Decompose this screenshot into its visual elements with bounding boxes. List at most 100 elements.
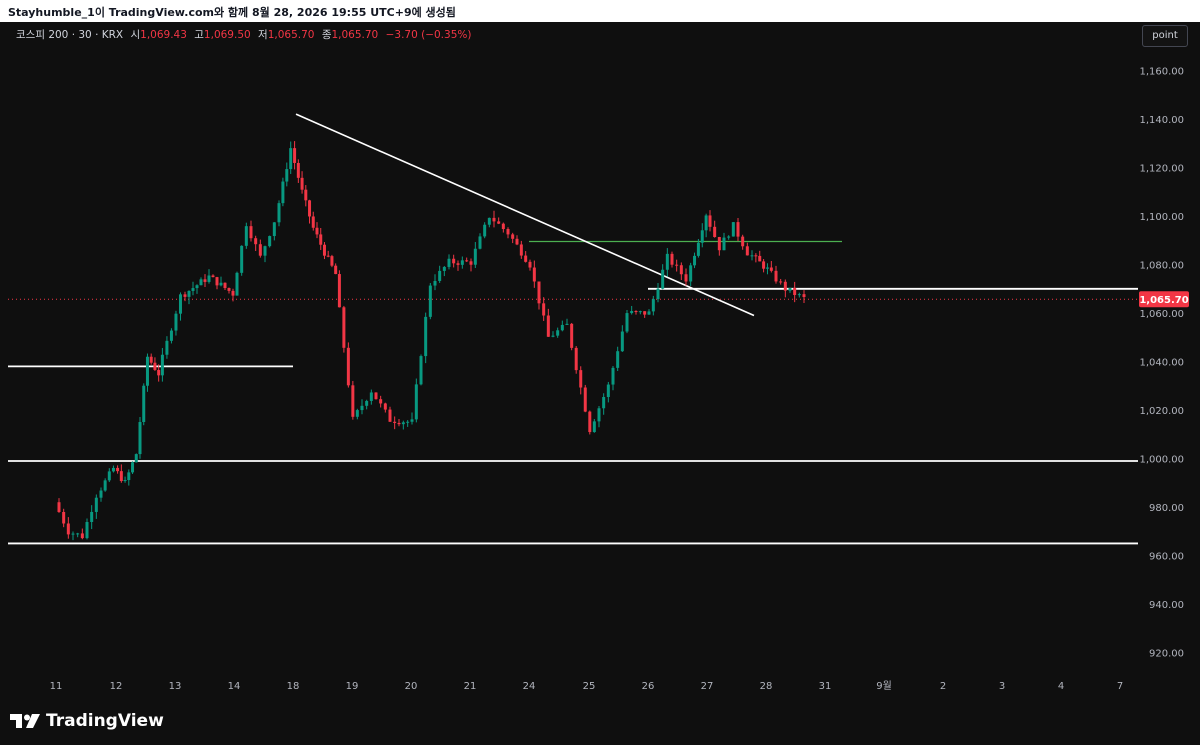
candle-body [311,216,315,228]
change-value: −3.70 (−0.35%) [385,29,472,41]
x-tick-label: 4 [1058,681,1064,692]
x-tick-label: 2 [940,681,946,692]
y-tick-label: 1,080.00 [1139,261,1184,272]
candle-body [736,222,740,237]
open-value: 1,069.43 [140,29,187,41]
y-tick-label: 1,040.00 [1139,358,1184,369]
candle-body [588,411,592,433]
candle-body [62,511,66,524]
candle-body [473,248,477,265]
candle-body [570,323,574,348]
y-tick-label: 1,000.00 [1139,455,1184,466]
candle-body [272,222,276,237]
candle-body [634,311,638,313]
candle-body [511,234,515,239]
candle-body [76,533,80,535]
candle-body [542,303,546,316]
candle-body [574,347,578,371]
candle-body [741,236,745,247]
candle-body [643,311,647,315]
candle-body [203,279,207,282]
candle-body [579,370,583,388]
x-tick-label: 14 [228,681,241,692]
candle-body [708,215,712,227]
candle-body [187,290,191,297]
candle-body [684,274,688,282]
candle-body [90,511,94,522]
candle-body [745,246,749,256]
candle-body [410,419,414,422]
candle-body [611,367,615,385]
candle-body [802,294,806,298]
candle-body [452,258,456,264]
low-label: 저 [258,29,268,41]
candle-body [506,229,510,235]
y-tick-label: 1,060.00 [1139,309,1184,320]
point-button[interactable]: point [1142,25,1188,47]
candle-body [211,275,215,278]
candle-body [758,255,762,262]
candle-body [424,316,428,357]
candle-body [460,260,464,265]
x-tick-label: 7 [1117,681,1123,692]
candle-body [383,403,387,410]
candle-body [689,265,693,282]
y-tick-label: 1,160.00 [1139,67,1184,78]
candle-body [346,347,350,386]
candle-body [322,244,326,256]
candle-body [727,236,731,238]
candle-body [647,311,651,315]
candle-body [85,521,89,539]
candle-body [401,422,405,425]
candle-body [651,299,655,312]
tradingview-wordmark: TradingView [46,711,164,731]
candle-body [71,533,75,535]
candle-body [227,288,231,291]
candle-body [296,162,300,178]
candle-body [532,267,536,282]
price-chart[interactable]: 1,160.00 1,140.00 1,120.00 1,100.00 1,080.00… [0,0,1200,694]
candle-body [169,330,173,341]
y-tick-label: 1,140.00 [1139,115,1184,126]
candle-body [174,313,178,331]
candle-body [191,288,195,291]
candle-body [602,397,606,409]
candle-body [103,480,107,491]
ohlc-legend: 코스피 200 · 30 · KRX 시1,069.43 고1,069.50 저… [16,27,471,42]
candle-body [433,280,437,286]
candle-body [330,256,334,266]
x-tick-label: 19 [346,681,359,692]
candle-body [788,287,792,291]
candle-body [263,246,267,256]
candle-body [722,237,726,251]
x-tick-label: 3 [999,681,1005,692]
candle-body [750,255,754,257]
candle-body [281,181,285,204]
y-tick-label: 980.00 [1149,503,1184,514]
candle-body [388,409,392,422]
x-tick-label: 12 [110,681,123,692]
candle-body [551,335,555,337]
candle-body [131,462,135,473]
candle-body [501,223,505,230]
candle-body [438,270,442,281]
x-tick-label: 28 [760,681,773,692]
x-tick-label: 21 [464,681,477,692]
candle-body [219,282,223,286]
candle-body [397,422,401,425]
candle-body [337,274,341,308]
candle-body [393,421,397,423]
candle-body [300,177,304,190]
candle-body [342,307,346,348]
candle-body [762,261,766,269]
candle-body [515,238,519,245]
candle-body [369,392,373,401]
symbol-label[interactable]: 코스피 200 · 30 · KRX [16,29,123,41]
candle-body [374,392,378,400]
candle-body [235,272,239,296]
candle-body [355,410,359,417]
candle-body [268,236,272,247]
candle-body [231,290,235,296]
tradingview-logo[interactable]: TradingView [10,710,164,732]
footer [0,694,1200,745]
